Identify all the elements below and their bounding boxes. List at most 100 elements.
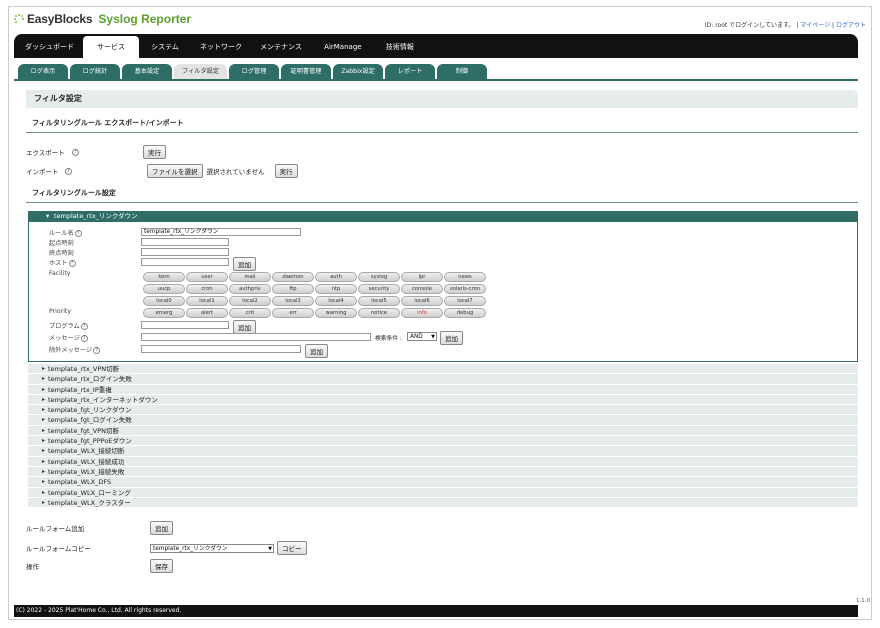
tab-basic-settings[interactable]: 基本設定 bbox=[122, 64, 172, 79]
facility-pill[interactable]: news bbox=[444, 272, 486, 282]
tab-log-view[interactable]: ログ表示 bbox=[18, 64, 68, 79]
tab-zabbix[interactable]: Zabbix設定 bbox=[333, 64, 384, 79]
facility-pill[interactable]: local6 bbox=[401, 296, 443, 306]
host-add-button[interactable]: 追加 bbox=[233, 257, 256, 271]
help-icon[interactable]: ? bbox=[80, 322, 88, 330]
tab-control[interactable]: 制御 bbox=[437, 64, 488, 79]
template-item[interactable]: template_rtx_VPN切断 bbox=[28, 364, 858, 375]
template-item[interactable]: template_WLX_DFS bbox=[28, 477, 858, 488]
facility-pill[interactable]: authpriv bbox=[229, 284, 271, 294]
help-icon[interactable]: ? bbox=[80, 334, 88, 342]
template-item[interactable]: template_fgt_VPN切断 bbox=[28, 425, 858, 437]
facility-pill[interactable]: local4 bbox=[315, 296, 357, 306]
search-cond-select[interactable]: AND ▼ bbox=[407, 332, 437, 341]
facility-pill[interactable]: user bbox=[186, 272, 228, 282]
help-icon[interactable]: ? bbox=[72, 148, 79, 156]
facility-pill[interactable]: uucp bbox=[143, 284, 185, 294]
nav-network[interactable]: ネットワーク bbox=[191, 36, 251, 58]
priority-pill[interactable]: emerg bbox=[143, 308, 185, 318]
save-button[interactable]: 保存 bbox=[150, 559, 173, 573]
export-run-button[interactable]: 実行 bbox=[143, 145, 166, 159]
end-time-input[interactable] bbox=[141, 248, 229, 256]
copy-form-select[interactable]: template_rtx_リンクダウン ▼ bbox=[150, 543, 274, 553]
start-time-input[interactable] bbox=[141, 238, 229, 246]
facility-pill[interactable]: local0 bbox=[143, 296, 185, 306]
nav-dashboard[interactable]: ダッシュボード bbox=[16, 36, 83, 58]
facility-pill[interactable]: ntp bbox=[315, 284, 357, 294]
template-item[interactable]: template_WLX_接続切断 bbox=[28, 446, 858, 457]
nav-tech-info[interactable]: 技術情報 bbox=[375, 36, 425, 58]
facility-pill[interactable]: syslog bbox=[358, 272, 400, 282]
facility-pill[interactable]: ftp bbox=[272, 284, 314, 294]
facility-pill[interactable]: local3 bbox=[272, 296, 314, 306]
help-icon[interactable]: ? bbox=[65, 167, 72, 175]
nav-maintenance[interactable]: メンテナンス bbox=[251, 36, 311, 58]
facility-pill[interactable]: lpr bbox=[401, 272, 443, 282]
tab-log-stats[interactable]: ログ統計 bbox=[70, 64, 120, 79]
add-form-button[interactable]: 追加 bbox=[150, 521, 173, 535]
logout-link[interactable]: ログアウト bbox=[836, 22, 866, 29]
facility-pill[interactable]: auth bbox=[315, 272, 357, 282]
facility-pill[interactable]: console bbox=[401, 284, 443, 294]
nav-service[interactable]: サービス bbox=[83, 36, 139, 58]
program-add-button[interactable]: 追加 bbox=[233, 320, 256, 334]
priority-pill[interactable]: err bbox=[272, 308, 314, 318]
message-input[interactable] bbox=[141, 333, 371, 341]
facility-pill[interactable]: security bbox=[358, 284, 400, 294]
message-label: メッセージ? bbox=[49, 333, 88, 342]
facility-pill[interactable]: cron bbox=[186, 284, 228, 294]
priority-pill[interactable]: notice bbox=[358, 308, 400, 318]
template-item[interactable]: template_rtx_インターネットダウン bbox=[28, 394, 858, 406]
help-icon[interactable]: ? bbox=[68, 259, 76, 267]
template-item[interactable]: template_fgt_PPPoEダウン bbox=[28, 436, 858, 447]
copy-button[interactable]: コピー bbox=[277, 541, 307, 555]
subtab-underline bbox=[14, 79, 858, 81]
template-item[interactable]: template_WLX_接続成功 bbox=[28, 456, 858, 467]
template-item[interactable]: template_fgt_ログイン失敗 bbox=[28, 415, 858, 426]
priority-pill[interactable]: warning bbox=[315, 308, 357, 318]
tab-filter-settings[interactable]: フィルタ設定 bbox=[174, 64, 228, 79]
tab-certificate[interactable]: 証明書管理 bbox=[281, 64, 332, 79]
template-item[interactable]: template_WLX_クラスター bbox=[28, 497, 858, 509]
rule-settings-section-title: フィルタリングルール設定 bbox=[26, 188, 858, 203]
rule-panel-header[interactable]: ▾ template_rtx_リンクダウン bbox=[28, 211, 858, 222]
template-item[interactable]: template_rtx_IP重複 bbox=[28, 384, 858, 395]
facility-pill[interactable]: local5 bbox=[358, 296, 400, 306]
help-icon[interactable]: ? bbox=[93, 346, 101, 354]
help-icon[interactable]: ? bbox=[74, 229, 82, 237]
program-input[interactable] bbox=[141, 321, 229, 329]
facility-pill[interactable]: local7 bbox=[444, 296, 486, 306]
template-item[interactable]: template_rtx_ログイン失敗 bbox=[28, 374, 858, 385]
file-select-button[interactable]: ファイルを選択 bbox=[147, 164, 203, 178]
rule-name-input[interactable]: template_rtx_リンクダウン bbox=[141, 228, 301, 236]
import-run-button[interactable]: 実行 bbox=[274, 164, 298, 178]
message-add-button[interactable]: 追加 bbox=[440, 331, 463, 345]
facility-pill[interactable]: mail bbox=[229, 272, 271, 282]
operation-label: 操作 bbox=[26, 563, 39, 571]
template-item[interactable]: template_WLX_ローミング bbox=[28, 487, 858, 498]
facility-label: Facility bbox=[49, 270, 71, 277]
facility-pill[interactable]: daemon bbox=[272, 272, 314, 282]
mypage-link[interactable]: マイページ bbox=[800, 22, 830, 29]
facility-pill[interactable]: solaris-cron bbox=[444, 284, 486, 294]
priority-pill[interactable]: alert bbox=[186, 308, 228, 318]
tab-log-management[interactable]: ログ管理 bbox=[229, 64, 280, 79]
nav-system[interactable]: システム bbox=[139, 36, 191, 58]
facility-pill[interactable]: local1 bbox=[186, 296, 228, 306]
host-label: ホスト? bbox=[49, 258, 76, 267]
facility-pill[interactable]: local2 bbox=[229, 296, 271, 306]
chevron-down-icon: ▼ bbox=[268, 545, 272, 552]
exclude-message-input[interactable] bbox=[141, 345, 301, 353]
template-item[interactable]: template_fgt_リンクダウン bbox=[28, 405, 858, 416]
export-row: エクスポート ? 実行 bbox=[26, 145, 166, 159]
exclude-add-button[interactable]: 追加 bbox=[305, 344, 328, 358]
facility-pill[interactable]: kern bbox=[143, 272, 185, 282]
priority-pill-selected[interactable]: info bbox=[401, 308, 443, 318]
nav-airmanage[interactable]: AirManage bbox=[311, 36, 375, 58]
tab-report[interactable]: レポート bbox=[385, 64, 436, 79]
priority-pill[interactable]: debug bbox=[444, 308, 486, 318]
host-input[interactable] bbox=[141, 258, 229, 266]
priority-pill[interactable]: crit bbox=[229, 308, 271, 318]
footer-bar: (C) 2022 - 2025 Plat'Home Co., Ltd. All … bbox=[14, 605, 858, 617]
template-item[interactable]: template_WLX_接続失敗 bbox=[28, 466, 858, 478]
